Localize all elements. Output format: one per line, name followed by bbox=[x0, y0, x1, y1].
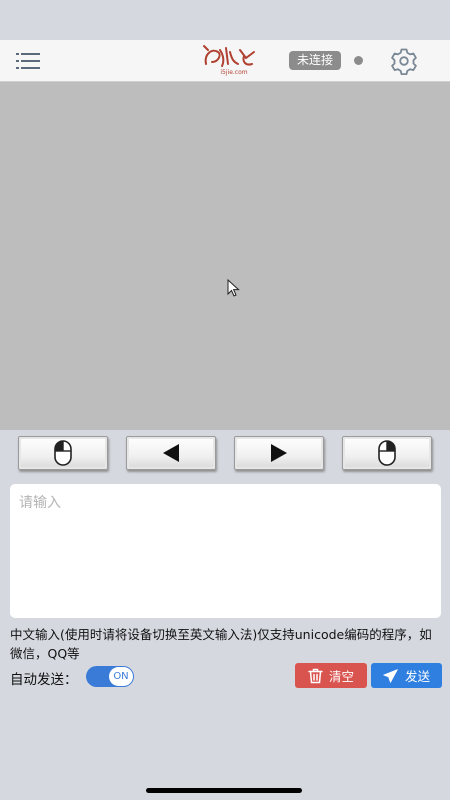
mouse-pointer-icon bbox=[227, 279, 240, 297]
prev-button[interactable] bbox=[126, 436, 216, 470]
logo-text: i5jie.com bbox=[220, 69, 248, 76]
clear-button-label: 清空 bbox=[328, 669, 354, 684]
left-click-button[interactable] bbox=[18, 436, 108, 470]
next-button[interactable] bbox=[234, 436, 324, 470]
connection-status-badge[interactable]: 未连接 bbox=[289, 51, 342, 70]
menu-icon[interactable] bbox=[16, 52, 40, 70]
touchpad-area[interactable] bbox=[0, 82, 450, 430]
text-input[interactable] bbox=[10, 484, 441, 618]
triangle-left-icon bbox=[163, 444, 179, 462]
home-indicator[interactable] bbox=[146, 788, 302, 793]
clear-button[interactable]: 清空 bbox=[295, 663, 367, 688]
pad-button-row bbox=[0, 436, 450, 472]
trash-icon bbox=[308, 668, 323, 683]
toggle-state: ON bbox=[109, 667, 133, 686]
auto-send-toggle[interactable]: ON bbox=[86, 666, 134, 687]
triangle-right-icon bbox=[271, 444, 287, 462]
auto-send-label: 自动发送： bbox=[10, 672, 78, 688]
mouse-left-icon bbox=[54, 440, 72, 466]
gear-icon[interactable] bbox=[390, 47, 418, 75]
send-button[interactable]: 发送 bbox=[371, 663, 442, 688]
input-hint-text: 中文输入(使用时请将设备切换至英文输入法)仅支持unicode编码的程序，如微信… bbox=[10, 627, 432, 661]
paper-plane-icon bbox=[383, 668, 398, 683]
mouse-right-icon bbox=[378, 440, 396, 466]
app-header: i5jie.com 未连接 bbox=[0, 40, 450, 82]
connection-indicator-dot bbox=[354, 56, 363, 65]
send-button-label: 发送 bbox=[404, 669, 430, 684]
status-bar bbox=[0, 0, 450, 40]
right-click-button[interactable] bbox=[342, 436, 432, 470]
